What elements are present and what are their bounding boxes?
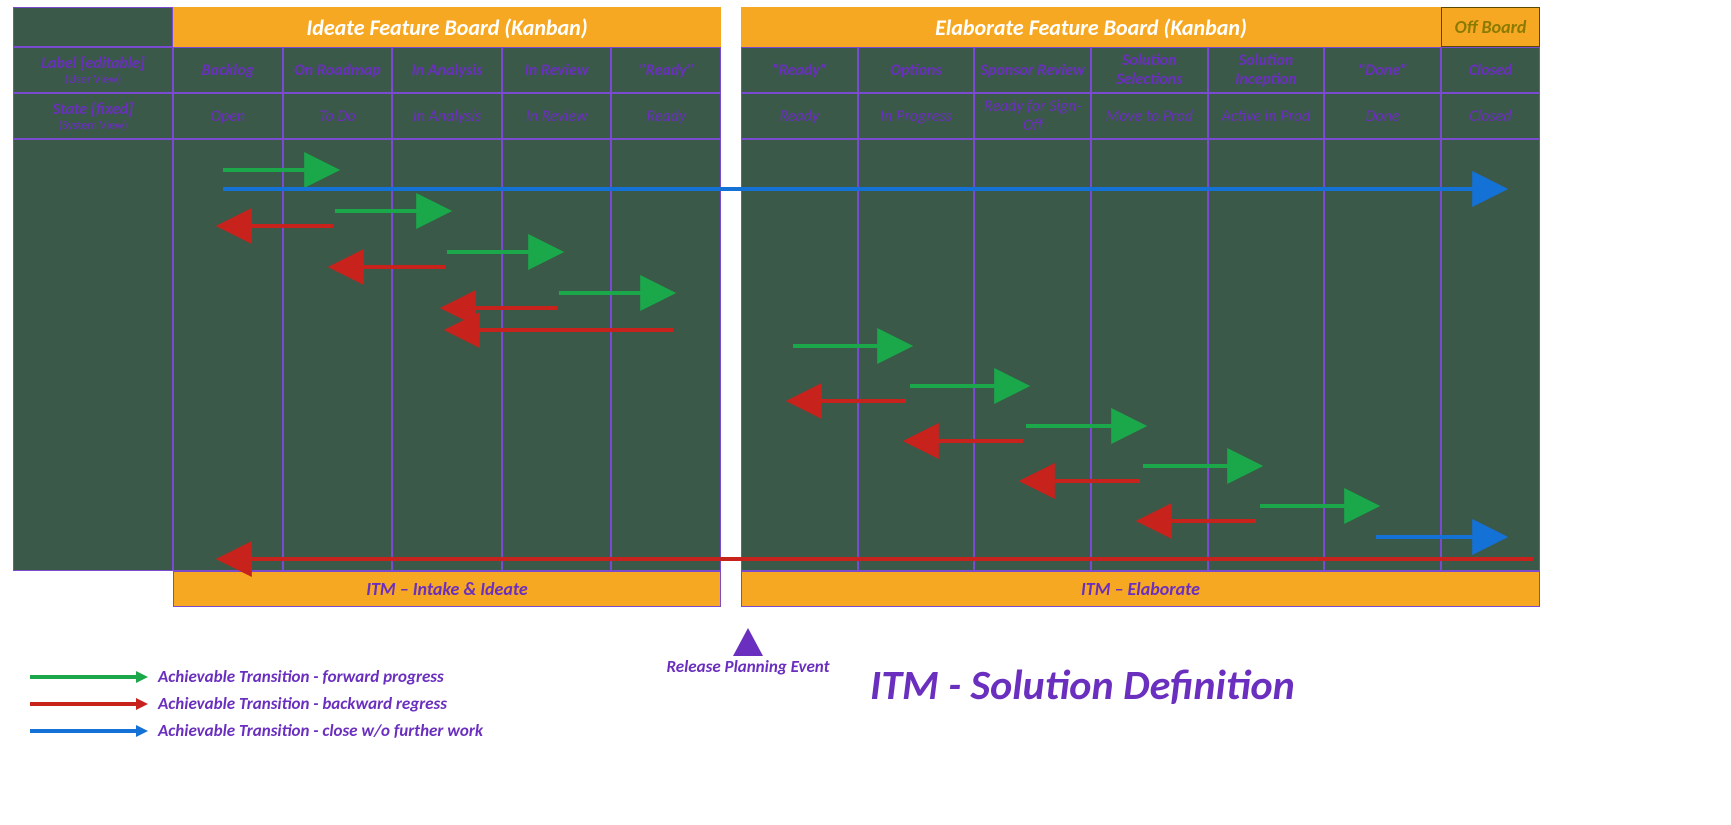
col-state: In Review <box>502 93 612 139</box>
col-label: "Ready" <box>741 47 858 93</box>
col-label: "Ready" <box>611 47 721 93</box>
col-label: In Review <box>502 47 612 93</box>
col-state: In Analysis <box>392 93 502 139</box>
col-label: Solution Selections <box>1091 47 1208 93</box>
col-state: Move to Prod <box>1091 93 1208 139</box>
banner-row: Ideate Feature Board (Kanban) Elaborate … <box>13 7 1540 47</box>
col-state: Ready <box>741 93 858 139</box>
row-header-state: State [fixed] (System View) <box>13 93 173 139</box>
col-label: In Analysis <box>392 47 502 93</box>
col-state: Ready for Sign-Off <box>974 93 1091 139</box>
col-state: In Progress <box>858 93 975 139</box>
col-state: Ready <box>611 93 721 139</box>
offboard-banner: Off Board <box>1441 7 1540 47</box>
legend-close: Achievable Transition - close w/o furthe… <box>28 720 483 741</box>
state-row: State [fixed] (System View) Open To Do I… <box>13 93 1540 139</box>
col-label: Sponsor Review <box>974 47 1091 93</box>
footer-row: ITM – Intake & Ideate ITM – Elaborate <box>13 571 1540 607</box>
col-state: Open <box>173 93 283 139</box>
row-header-label: Label [editable] (User View) <box>13 47 173 93</box>
elaborate-banner: Elaborate Feature Board (Kanban) <box>741 7 1441 47</box>
col-state: Done <box>1324 93 1441 139</box>
legend-forward: Achievable Transition - forward progress <box>28 666 444 687</box>
col-state: Active in Prod <box>1208 93 1325 139</box>
legend-backward: Achievable Transition - backward regress <box>28 693 447 714</box>
diagram-title: ITM - Solution Definition <box>870 660 1295 711</box>
footer-elaborate: ITM – Elaborate <box>741 571 1540 607</box>
release-planning-event: Release Planning Event <box>643 628 853 677</box>
col-label: "Done" <box>1324 47 1441 93</box>
col-label: On Roadmap <box>283 47 393 93</box>
col-label: Options <box>858 47 975 93</box>
label-row: Label [editable] (User View) Backlog On … <box>13 47 1540 93</box>
col-label: Solution Inception <box>1208 47 1325 93</box>
col-state: Closed <box>1441 93 1540 139</box>
footer-ideate: ITM – Intake & Ideate <box>173 571 721 607</box>
body-row <box>13 139 1540 571</box>
col-label: Closed <box>1441 47 1540 93</box>
col-label: Backlog <box>173 47 283 93</box>
ideate-banner: Ideate Feature Board (Kanban) <box>173 7 721 47</box>
col-state: To Do <box>283 93 393 139</box>
